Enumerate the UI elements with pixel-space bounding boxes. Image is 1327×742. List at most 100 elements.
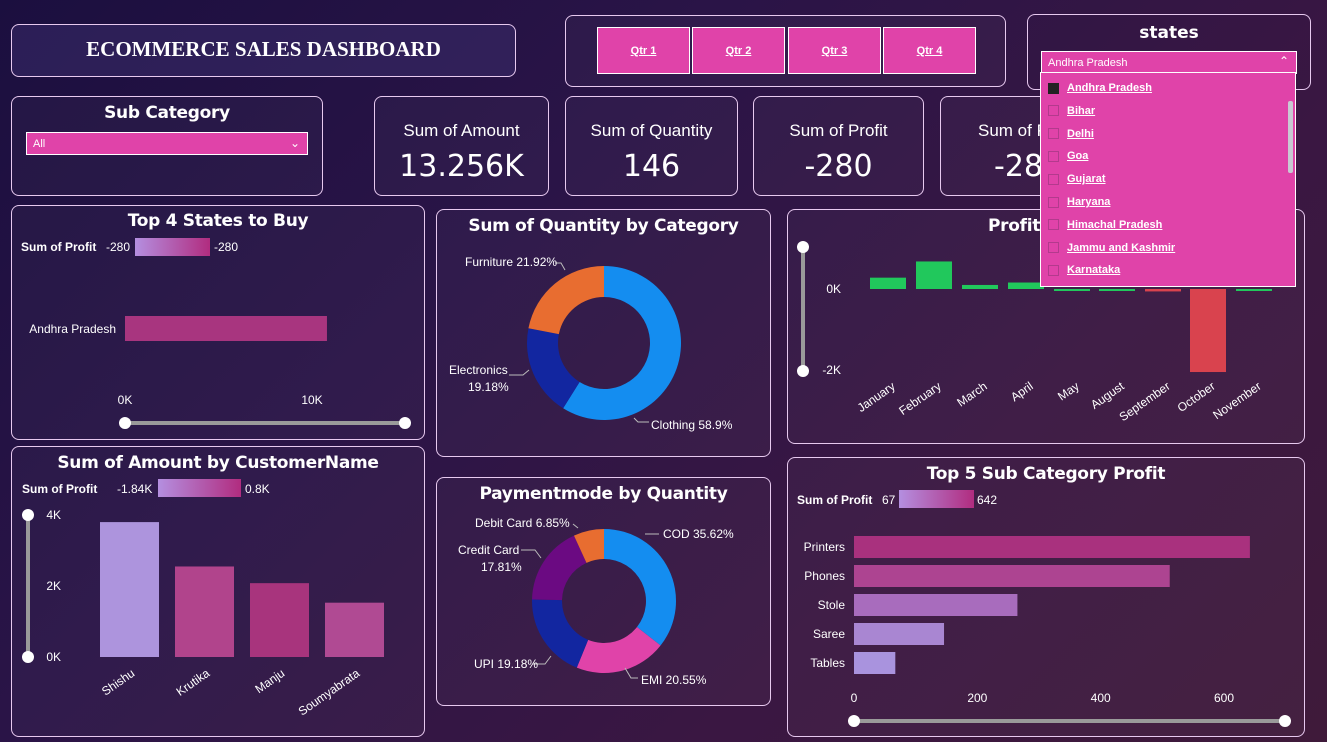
customer-bar: [250, 583, 309, 657]
customer-x-label: Shishu: [99, 666, 137, 699]
y-tick-label: 2K: [46, 579, 61, 593]
state-option-label: Haryana: [1067, 196, 1111, 208]
emi-label: EMI 20.55%: [641, 673, 707, 687]
x-tick-label: 400: [1091, 691, 1111, 705]
state-option-label: Karnataka: [1067, 264, 1121, 277]
month-bar: [870, 277, 906, 289]
month-bar: [1099, 289, 1135, 291]
state-option[interactable]: Goa: [1048, 145, 1088, 167]
kpi-amount-value: 13.256K: [399, 149, 524, 184]
subcat-bar: [854, 536, 1250, 558]
customer-bar: [100, 522, 159, 657]
furniture-label: Furniture 21.92%: [465, 255, 558, 269]
subcat-range-slider-handle-end: [1279, 715, 1291, 727]
kpi-quantity-value: 146: [622, 149, 681, 184]
leader-line: [633, 417, 649, 423]
kpi-amount-label: Sum of Amount: [403, 121, 520, 140]
state-option-label: Himachal Pradesh: [1067, 218, 1163, 231]
state-option-label: Delhi: [1067, 127, 1094, 140]
checkbox[interactable]: [1048, 242, 1059, 254]
subcat-bar: [854, 652, 896, 674]
subcat-bar: [854, 623, 945, 645]
customer-x-label: Manju: [252, 666, 287, 696]
month-x-label: August: [1088, 379, 1127, 412]
customer-bar: [175, 566, 234, 657]
kpi-amount-card: Sum of Amount 13.256K: [374, 96, 549, 196]
qtr2-button[interactable]: Qtr 2: [692, 27, 785, 74]
kpi-profit-card: Sum of Profit -280: [753, 96, 924, 196]
payment-donut: [521, 523, 676, 679]
month-x-label: November: [1210, 379, 1263, 422]
subcat-y-label: Phones: [804, 569, 845, 583]
subcat-range-slider-handle-start: [848, 715, 860, 727]
month-bar: [1190, 289, 1226, 373]
qtr4-button[interactable]: Qtr 4: [883, 27, 976, 74]
x-tick-label: 200: [967, 691, 987, 705]
payment-slice: [532, 599, 589, 668]
payment-slice: [604, 529, 676, 646]
subcategory-dropdown[interactable]: All ⌄: [26, 132, 308, 155]
states-selected-value: Andhra Pradesh: [1048, 56, 1128, 69]
states-range-slider-handle-end: [399, 417, 411, 429]
state-option[interactable]: Karnataka: [1048, 259, 1120, 281]
y-tick-label: -2K: [822, 363, 841, 377]
month-range-slider-handle-end: [797, 365, 809, 377]
state-option-label: Goa: [1067, 150, 1089, 163]
states-range-slider-handle-start: [119, 417, 131, 429]
state-bar-label: Andhra Pradesh: [29, 322, 116, 336]
customer-bar: [325, 602, 384, 657]
leader-line: [521, 549, 542, 559]
debit-card-label: Debit Card 6.85%: [475, 516, 570, 530]
payment-slice: [532, 535, 587, 601]
month-x-label: February: [896, 379, 943, 418]
qtr1-button[interactable]: Qtr 1: [597, 27, 690, 74]
checkbox[interactable]: [1048, 128, 1059, 140]
scrollbar[interactable]: [1288, 101, 1293, 173]
checkbox[interactable]: [1048, 264, 1059, 276]
state-option[interactable]: Andhra Pradesh: [1048, 77, 1152, 99]
qtr3-button[interactable]: Qtr 3: [788, 27, 881, 74]
month-x-label: May: [1055, 379, 1082, 403]
state-option[interactable]: Gujarat: [1048, 168, 1106, 190]
state-option[interactable]: Himachal Pradesh: [1048, 214, 1162, 236]
subcategory-title: Sub Category: [104, 103, 230, 123]
state-option-label: Bihar: [1067, 104, 1096, 117]
state-bar: [125, 316, 327, 341]
month-x-label: January: [855, 379, 898, 415]
customer-range-slider-handle-end: [22, 651, 34, 663]
checkbox[interactable]: [1048, 82, 1059, 94]
payment-panel: Paymentmode by Quantity Debit Card 6.85%…: [436, 477, 771, 706]
chevron-down-icon: ⌄: [289, 136, 300, 150]
subcat-bar: [854, 594, 1018, 616]
dashboard-title: ECOMMERCE SALES DASHBOARD: [86, 37, 441, 61]
states-dropdown[interactable]: Andhra Pradesh ⌃: [1041, 51, 1297, 74]
month-bar: [1236, 289, 1272, 291]
checkbox[interactable]: [1048, 196, 1059, 208]
subcat-y-label: Saree: [813, 627, 845, 641]
leader-line: [572, 523, 579, 529]
subcategory-value: All: [33, 137, 46, 150]
checkbox[interactable]: [1048, 150, 1059, 162]
checkbox[interactable]: [1048, 219, 1059, 231]
checkbox[interactable]: [1048, 173, 1059, 185]
x-tick-label: 0K: [118, 393, 133, 407]
checkbox[interactable]: [1048, 105, 1059, 117]
state-option[interactable]: Haryana: [1048, 191, 1110, 213]
top-states-chart: Andhra Pradesh 0K 10K: [29, 316, 411, 429]
month-bar: [1054, 289, 1090, 291]
customer-chart: Shishu Krutika Manju Soumyabrata 0K 2K 4K: [22, 508, 384, 718]
leader-line: [624, 667, 638, 679]
kpi-quantity-card: Sum of Quantity 146: [565, 96, 738, 196]
credit-card-pct-label: 17.81%: [481, 560, 522, 574]
y-tick-label: 0K: [46, 650, 61, 664]
month-bar: [916, 261, 952, 289]
subcat-chart: Printers Phones Stole Saree Tables 0 200 400 600: [804, 536, 1291, 727]
customer-range-slider-handle-start: [22, 509, 34, 521]
cod-label: COD 35.62%: [663, 527, 734, 541]
state-option[interactable]: Bihar: [1048, 100, 1095, 122]
month-range-slider-handle-start: [797, 241, 809, 253]
state-option[interactable]: Jammu and Kashmir: [1048, 237, 1175, 259]
month-bar: [1145, 289, 1181, 292]
electronics-pct-label: 19.18%: [468, 380, 509, 394]
state-option[interactable]: Delhi: [1048, 123, 1094, 145]
